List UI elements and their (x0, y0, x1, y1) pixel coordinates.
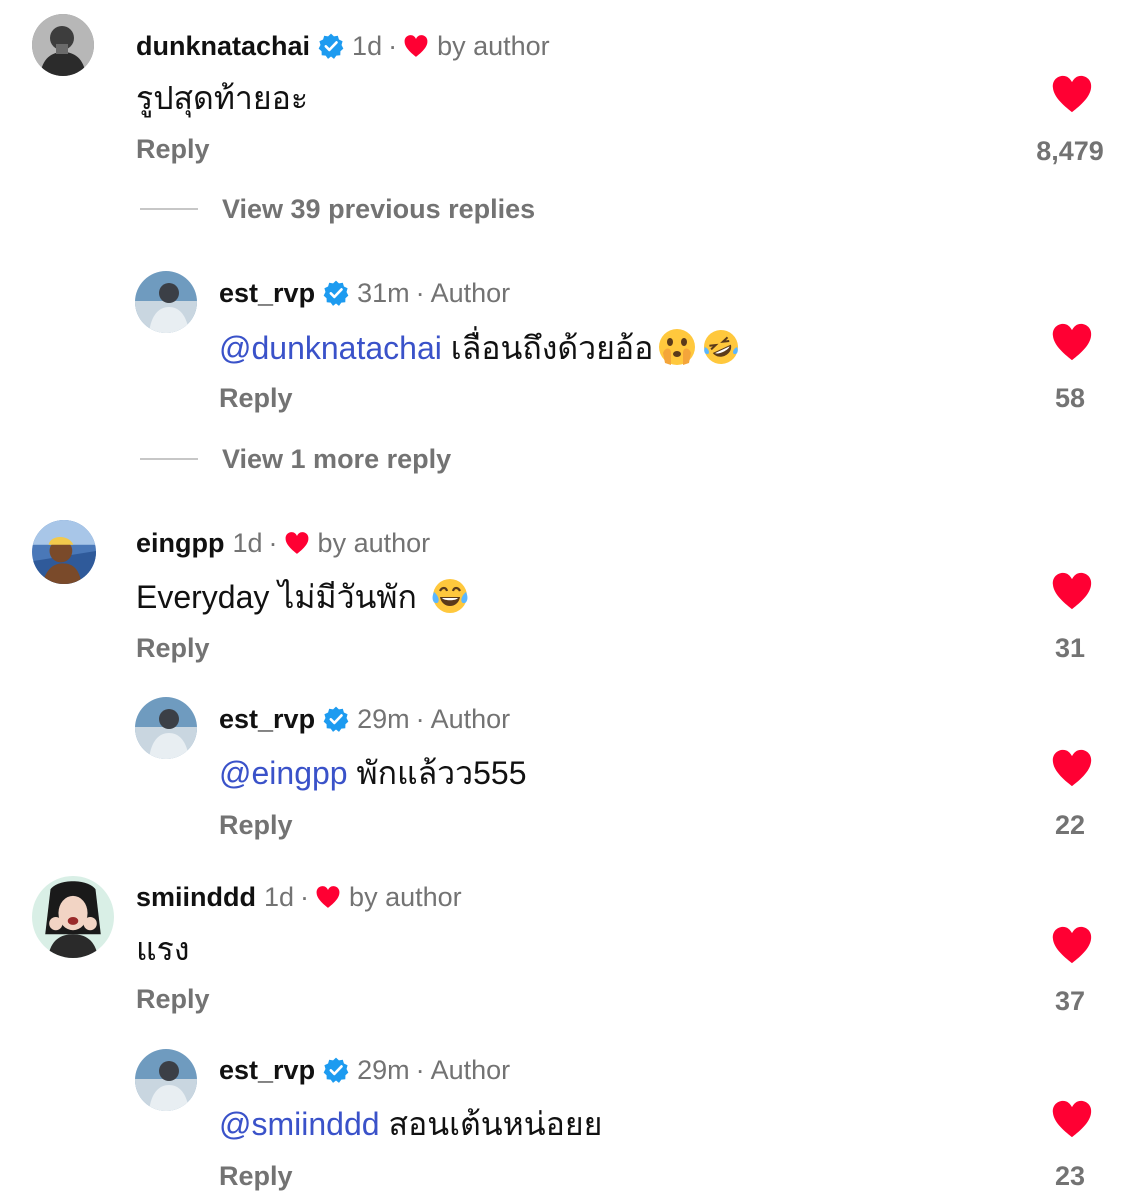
reply-text: @smiinddd สอนเต้นหน่อยย (219, 1104, 602, 1144)
comment-header: dunknatachai 1d · by author (136, 26, 550, 66)
username[interactable]: dunknatachai (136, 31, 310, 62)
timestamp: 1d (352, 30, 383, 61)
username[interactable]: est_rvp (219, 1055, 315, 1086)
tears-of-joy-emoji-icon (430, 576, 470, 616)
reply-header: est_rvp 29m · Author (219, 699, 510, 739)
comment-text-body: Everyday ไม่มีวันพัก (136, 579, 417, 615)
avatar[interactable] (135, 1049, 197, 1111)
heart-icon (315, 885, 341, 909)
username[interactable]: eingpp (136, 528, 225, 559)
heart-icon (403, 34, 429, 58)
avatar[interactable] (32, 876, 114, 958)
verified-badge-icon (323, 706, 349, 732)
username[interactable]: est_rvp (219, 704, 315, 735)
reply-button[interactable]: Reply (136, 630, 210, 666)
mention-link[interactable]: @eingpp (219, 755, 348, 791)
like-heart-icon[interactable] (1050, 748, 1094, 788)
reply-text-body: เลื่อนถึงด้วยอ้อ (450, 330, 654, 366)
view-previous-replies-button[interactable]: View 39 previous replies (140, 189, 535, 229)
view-replies-label: View 39 previous replies (222, 193, 536, 224)
reply-text: @eingpp พักแล้วว555 (219, 753, 527, 793)
liked-by-author-label: by author (437, 30, 550, 61)
verified-badge-icon (318, 33, 344, 59)
author-label: Author (430, 277, 511, 308)
liked-by-author-label: by author (349, 881, 462, 912)
separator: · (388, 30, 398, 61)
reply-text-body: พักแล้วว555 (356, 755, 527, 791)
username[interactable]: smiinddd (136, 882, 256, 913)
timestamp: 29m (357, 1054, 410, 1085)
rolling-laughing-emoji-icon (701, 327, 741, 367)
timestamp: 1d (264, 881, 295, 912)
divider-line (140, 458, 198, 460)
reply-text-body: สอนเต้นหน่อยย (388, 1106, 603, 1142)
reply-text: @dunknatachai เลื่อนถึงด้วยอ้อ (219, 327, 741, 367)
reply-button[interactable]: Reply (219, 1158, 293, 1194)
reply-button[interactable]: Reply (136, 981, 210, 1017)
heart-icon (284, 531, 310, 555)
like-heart-icon[interactable] (1050, 925, 1094, 965)
like-count: 8,479 (1036, 136, 1104, 166)
avatar[interactable] (135, 697, 197, 759)
like-heart-icon[interactable] (1050, 571, 1094, 611)
avatar[interactable] (32, 14, 94, 76)
timestamp: 29m (357, 703, 410, 734)
like-heart-icon[interactable] (1050, 1099, 1094, 1139)
reply-header: est_rvp 31m · Author (219, 273, 510, 313)
liked-by-author-label: by author (317, 527, 431, 558)
like-count: 23 (1054, 1161, 1086, 1191)
view-more-replies-button[interactable]: View 1 more reply (140, 439, 451, 479)
avatar[interactable] (32, 520, 96, 584)
divider-line (140, 208, 198, 210)
reply-button[interactable]: Reply (136, 131, 210, 167)
timestamp: 1d (232, 527, 263, 558)
like-count: 58 (1054, 383, 1086, 413)
like-heart-icon[interactable] (1050, 322, 1094, 362)
mention-link[interactable]: @dunknatachai (219, 330, 442, 366)
timestamp: 31m (357, 277, 410, 308)
verified-badge-icon (323, 280, 349, 306)
comment-text: Everyday ไม่มีวันพัก (136, 576, 470, 616)
author-label: Author (430, 703, 511, 734)
like-count: 22 (1054, 810, 1086, 840)
separator: · (415, 703, 425, 734)
reply-button[interactable]: Reply (219, 807, 293, 843)
like-count: 31 (1054, 633, 1086, 663)
view-replies-label: View 1 more reply (222, 443, 452, 474)
verified-badge-icon (323, 1057, 349, 1083)
separator: · (415, 277, 425, 308)
separator: · (415, 1054, 425, 1085)
reply-header: est_rvp 29m · Author (219, 1050, 510, 1090)
avatar[interactable] (135, 271, 197, 333)
mention-link[interactable]: @smiinddd (219, 1106, 380, 1142)
like-count: 37 (1054, 986, 1086, 1016)
comment-header: eingpp 1d · by author (136, 523, 430, 563)
username[interactable]: est_rvp (219, 278, 315, 309)
like-heart-icon[interactable] (1050, 74, 1094, 114)
comment-header: smiinddd 1d · by author (136, 877, 462, 917)
reply-button[interactable]: Reply (219, 380, 293, 416)
comment-text: รูปสุดท้ายอะ (136, 80, 309, 116)
hand-over-mouth-emoji-icon (657, 327, 697, 367)
separator: · (268, 527, 278, 558)
comment-text: แรง (136, 931, 190, 967)
author-label: Author (430, 1054, 511, 1085)
separator: · (300, 881, 310, 912)
